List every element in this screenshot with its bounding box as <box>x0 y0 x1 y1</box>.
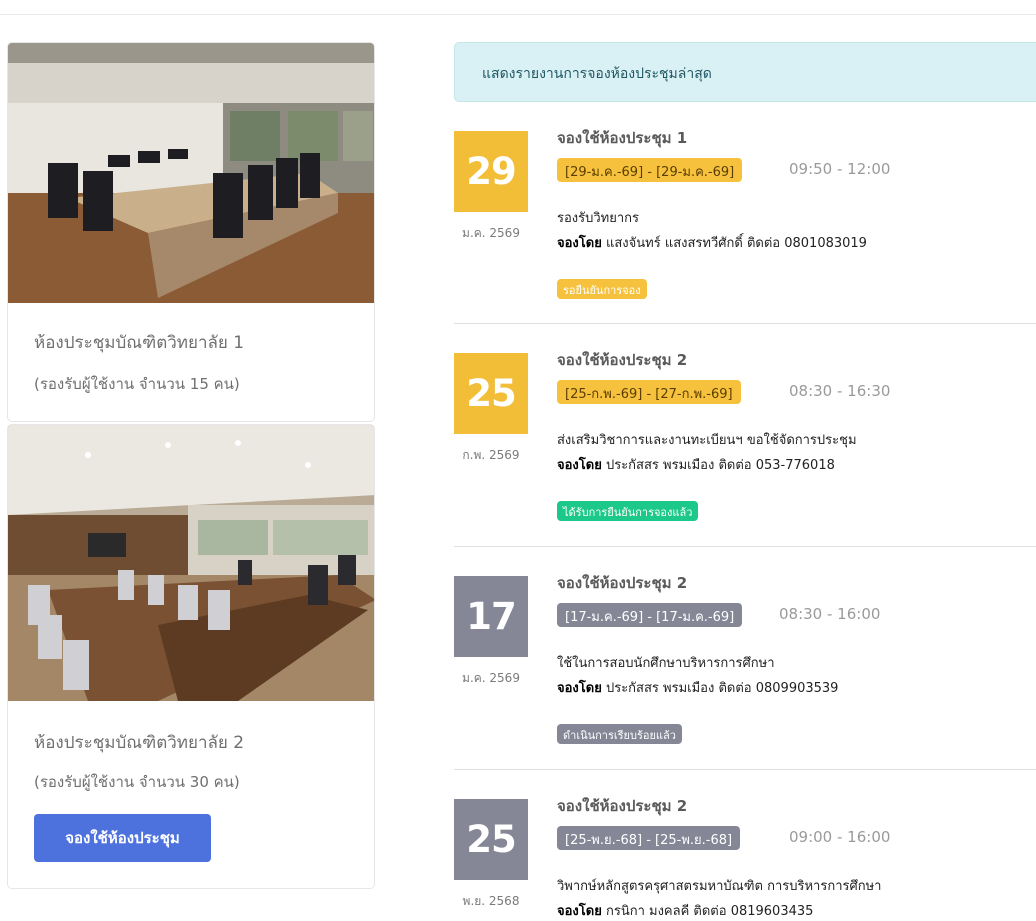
top-divider <box>0 14 1036 15</box>
room-card-1: ห้องประชุมบัณฑิตวิทยาลัย 1 (รองรับผู้ใช้… <box>7 42 375 422</box>
booking-item[interactable]: 25 ก.พ. 2569 จองใช้ห้องประชุม 2 [25-ก.พ.… <box>454 350 1036 572</box>
booking-purpose: วิพากษ์หลักสูตรครุศาสตรมหาบัณฑิต การบริห… <box>557 879 882 894</box>
booking-time: 09:00 - 16:00 <box>789 828 891 846</box>
latest-bookings-header: แสดงรายงานการจองห้องประชุมล่าสุด <box>454 42 1036 102</box>
date-month: ก.พ. 2569 <box>462 448 520 462</box>
date-month: ม.ค. 2569 <box>462 226 520 240</box>
booking-date-range: [25-ก.พ.-69] - [27-ก.พ.-69] <box>557 380 741 404</box>
date-month: ม.ค. 2569 <box>462 671 520 685</box>
date-day: 25 <box>454 353 528 434</box>
room-capacity: (รองรับผู้ใช้งาน จำนวน 30 คน) <box>34 773 240 791</box>
booking-title: จองใช้ห้องประชุม 2 <box>557 574 688 592</box>
divider <box>454 323 1036 324</box>
booked-by-label: จองโดย <box>557 681 602 696</box>
booking-purpose: ใช้ในการสอบนักศึกษาบริหารการศึกษา <box>557 656 775 671</box>
status-badge: ได้รับการยืนยันการจองแล้ว <box>557 501 699 521</box>
date-day: 17 <box>454 576 528 657</box>
booking-time: 09:50 - 12:00 <box>789 160 891 178</box>
date-day: 25 <box>454 799 528 880</box>
divider <box>454 769 1036 770</box>
booking-time: 08:30 - 16:00 <box>779 605 881 623</box>
booking-date-range: [25-พ.ย.-68] - [25-พ.ย.-68] <box>557 826 741 850</box>
date-day: 29 <box>454 131 528 212</box>
booking-item[interactable]: 25 พ.ย. 2568 จองใช้ห้องประชุม 2 [25-พ.ย.… <box>454 796 1036 919</box>
room-name: ห้องประชุมบัณฑิตวิทยาลัย 2 <box>34 733 245 753</box>
booking-by: จองโดย กรนิกา มงคลคี ติดต่อ 0819603435 <box>557 900 813 921</box>
booked-by-value: แสงจันทร์ แสงสรทวีศักดิ์ ติดต่อ 08010830… <box>605 236 867 251</box>
room-capacity: (รองรับผู้ใช้งาน จำนวน 15 คน) <box>34 375 240 393</box>
booking-title: จองใช้ห้องประชุม 2 <box>557 797 688 815</box>
date-month: พ.ย. 2568 <box>462 894 520 908</box>
booking-by: จองโดย ประกัสสร พรมเมือง ติดต่อ 08099035… <box>557 677 838 698</box>
booked-by-label: จองโดย <box>557 458 602 473</box>
divider <box>454 546 1036 547</box>
booked-by-value: ประกัสสร พรมเมือง ติดต่อ 0809903539 <box>605 681 839 696</box>
booking-date-range: [17-ม.ค.-69] - [17-ม.ค.-69] <box>557 603 743 627</box>
booking-item[interactable]: 17 ม.ค. 2569 จองใช้ห้องประชุม 2 [17-ม.ค.… <box>454 573 1036 795</box>
room-card-2: ห้องประชุมบัณฑิตวิทยาลัย 2 (รองรับผู้ใช้… <box>7 424 375 889</box>
booking-title: จองใช้ห้องประชุม 2 <box>557 351 688 369</box>
booked-by-value: ประกัสสร พรมเมือง ติดต่อ 053-776018 <box>605 458 835 473</box>
booking-item[interactable]: 29 ม.ค. 2569 จองใช้ห้องประชุม 1 [29-ม.ค.… <box>454 128 1036 350</box>
booking-title: จองใช้ห้องประชุม 1 <box>557 129 688 147</box>
booking-by: จองโดย แสงจันทร์ แสงสรทวีศักดิ์ ติดต่อ 0… <box>557 232 867 253</box>
book-room-button[interactable]: จองใช้ห้องประชุม <box>34 814 211 862</box>
booking-purpose: รองรับวิทยากร <box>557 211 640 226</box>
booking-purpose: ส่งเสริมวิชาการและงานทะเบียนฯ ขอใช้จัดกา… <box>557 433 857 448</box>
room-1-photo <box>8 43 374 303</box>
room-2-photo <box>8 425 374 701</box>
status-badge: รอยืนยันการจอง <box>557 279 647 299</box>
booking-time: 08:30 - 16:30 <box>789 382 891 400</box>
booked-by-label: จองโดย <box>557 236 602 251</box>
room-name: ห้องประชุมบัณฑิตวิทยาลัย 1 <box>34 333 245 353</box>
status-badge: ดำเนินการเรียบร้อยแล้ว <box>557 724 682 744</box>
booking-date-range: [29-ม.ค.-69] - [29-ม.ค.-69] <box>557 158 743 182</box>
booking-by: จองโดย ประกัสสร พรมเมือง ติดต่อ 053-7760… <box>557 454 835 475</box>
